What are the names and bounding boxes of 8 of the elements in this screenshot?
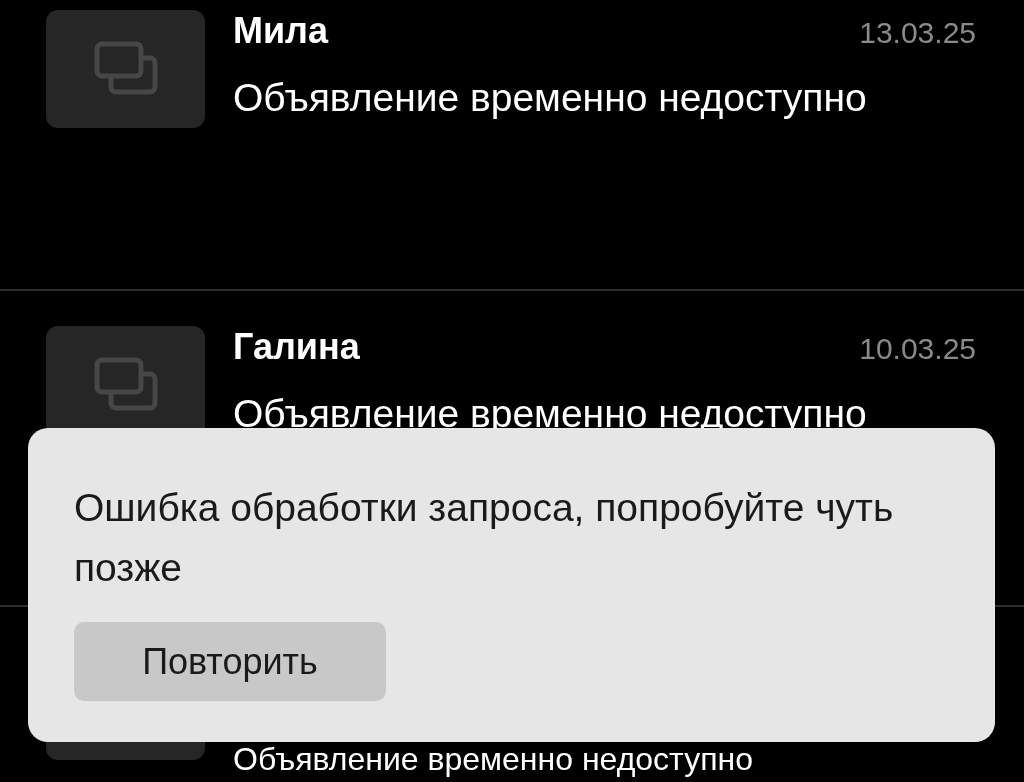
message-preview: Объявление временно недоступно: [233, 743, 754, 777]
message-date: 10.03.25: [859, 332, 976, 366]
message-preview: Объявление временно недоступно: [233, 76, 868, 120]
message-date: 13.03.25: [859, 16, 976, 50]
contact-name: Мила: [233, 10, 328, 52]
contact-name: Галина: [233, 326, 360, 368]
error-message: Ошибка обработки запроса, попробуйте чуть позже: [74, 485, 895, 591]
message-preview: Объявление временно недоступно: [233, 392, 868, 436]
